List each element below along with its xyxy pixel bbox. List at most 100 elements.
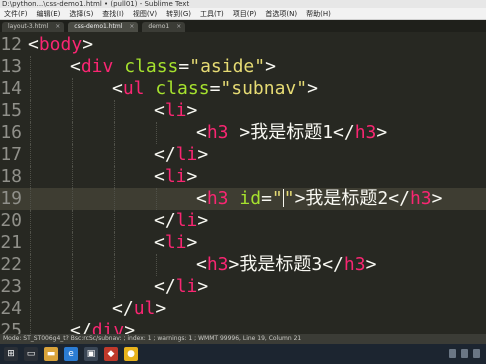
code-token: >我是标题3</ [228, 254, 344, 275]
code-line[interactable]: 19 <h3 id="">我是标题2</h3> [0, 188, 486, 210]
code-text: </li> [154, 210, 208, 232]
indent-guide [30, 122, 31, 144]
indent-guide [72, 78, 73, 100]
code-token: class [124, 56, 179, 77]
tab-label: layout-3.html [8, 23, 49, 30]
line-number: 23 [0, 276, 22, 297]
close-icon[interactable]: × [55, 22, 60, 32]
tray-icon[interactable] [473, 349, 480, 358]
code-text: <body> [28, 34, 93, 56]
store-icon[interactable]: ▣ [84, 347, 98, 361]
code-token: < [196, 254, 207, 275]
code-token: > [307, 78, 318, 99]
menu-item[interactable]: 文件(F) [4, 8, 28, 19]
code-line[interactable]: 23 </li> [0, 276, 486, 298]
indent-guide [156, 254, 157, 276]
code-line[interactable]: 12 <body> [0, 34, 486, 56]
windows-start-icon[interactable]: ⊞ [4, 347, 18, 361]
edge-browser-icon[interactable]: e [64, 347, 78, 361]
code-token: h3 [206, 122, 229, 143]
file-tab[interactable]: layout-3.html × [2, 22, 65, 32]
code-text: <li> [154, 100, 197, 122]
code-line[interactable]: 14 <ul class="subnav"> [0, 78, 486, 100]
code-text: <ul class="subnav"> [112, 78, 318, 100]
code-line[interactable]: 20 </li> [0, 210, 486, 232]
file-explorer-icon[interactable]: ▬ [44, 347, 58, 361]
line-number: 21 [0, 232, 22, 253]
indent-guide [72, 144, 73, 166]
code-text: <h3>我是标题3</h3> [196, 254, 376, 276]
code-line[interactable]: 13 <div class="aside"> [0, 56, 486, 78]
status-bar: Mode: ST_ST006g4_t? Bsc:rcSc/subnav: ; i… [0, 334, 486, 344]
code-line[interactable]: 21 <li> [0, 232, 486, 254]
chrome-icon[interactable]: ● [124, 347, 138, 361]
code-line[interactable]: 17 </li> [0, 144, 486, 166]
menu-item[interactable]: 帮助(H) [306, 8, 331, 19]
menu-bar: 文件(F) 编辑(E) 选择(S) 查找(I) 视图(V) 转到(G) 工具(T) 项目(P)… [0, 8, 486, 20]
app-icon[interactable]: ◆ [104, 347, 118, 361]
task-view-icon[interactable]: ▭ [24, 347, 38, 361]
menu-item[interactable]: 转到(G) [166, 8, 191, 19]
indent-guide [114, 254, 115, 276]
indent-guide [72, 210, 73, 232]
line-number: 20 [0, 210, 22, 231]
code-line[interactable]: 15 <li> [0, 100, 486, 122]
close-icon[interactable]: × [176, 22, 181, 32]
code-text: </li> [154, 144, 208, 166]
indent-guide [30, 232, 31, 254]
menu-item[interactable]: 编辑(E) [37, 8, 61, 19]
code-token: body [38, 34, 83, 55]
indent-guide [114, 276, 115, 298]
code-token: < [196, 188, 207, 209]
line-number: 19 [0, 188, 22, 209]
indent-guide [30, 78, 31, 100]
code-token: >我是标题1</ [228, 122, 355, 143]
code-text: <h3 id="">我是标题2</h3> [196, 188, 442, 210]
code-line[interactable]: 25 </div> [0, 320, 486, 334]
file-tab[interactable]: css-demo1.html × [68, 22, 139, 32]
menu-item[interactable]: 首选项(N) [265, 8, 297, 19]
menu-item[interactable]: 视图(V) [133, 8, 157, 19]
indent-guide [30, 56, 31, 78]
tray-icon[interactable] [449, 349, 456, 358]
close-icon[interactable]: × [129, 22, 134, 32]
code-token: > [82, 34, 94, 55]
code-token: h3 [206, 188, 229, 209]
code-token: < [112, 78, 123, 99]
code-token: < [154, 100, 165, 121]
line-number: 24 [0, 298, 22, 319]
indent-guide [156, 122, 157, 144]
code-token: "subnav" [220, 78, 308, 99]
line-number: 25 [0, 320, 22, 334]
indent-guide [30, 320, 31, 334]
line-number: 17 [0, 144, 22, 165]
line-number: 18 [0, 166, 22, 187]
menu-item[interactable]: 查找(I) [102, 8, 124, 19]
code-token: > [186, 166, 198, 187]
code-line[interactable]: 24 </ul> [0, 298, 486, 320]
code-text: <h3 >我是标题1</h3> [196, 122, 387, 144]
indent-guide [114, 188, 115, 210]
code-editor[interactable]: 12 <body> 13 <div class="aside"> 14 <ul class… [0, 32, 486, 334]
code-token: div [91, 320, 125, 334]
code-token: </ [154, 144, 176, 165]
line-number: 14 [0, 78, 22, 99]
indent-guide [72, 100, 73, 122]
menu-item[interactable]: 项目(P) [233, 8, 257, 19]
code-line[interactable]: 22 <h3>我是标题3</h3> [0, 254, 486, 276]
indent-guide [30, 166, 31, 188]
code-token: > [431, 188, 443, 209]
code-token: > [365, 254, 377, 275]
tray-icon[interactable] [461, 349, 468, 358]
file-tab[interactable]: demo1 × [142, 22, 186, 32]
code-token: li [175, 276, 198, 297]
menu-item[interactable]: 工具(T) [200, 8, 224, 19]
code-line[interactable]: 18 <li> [0, 166, 486, 188]
code-token: " [283, 188, 295, 209]
code-text: <li> [154, 166, 197, 188]
code-line[interactable]: 16 <h3 >我是标题1</h3> [0, 122, 486, 144]
menu-item[interactable]: 选择(S) [69, 8, 93, 19]
